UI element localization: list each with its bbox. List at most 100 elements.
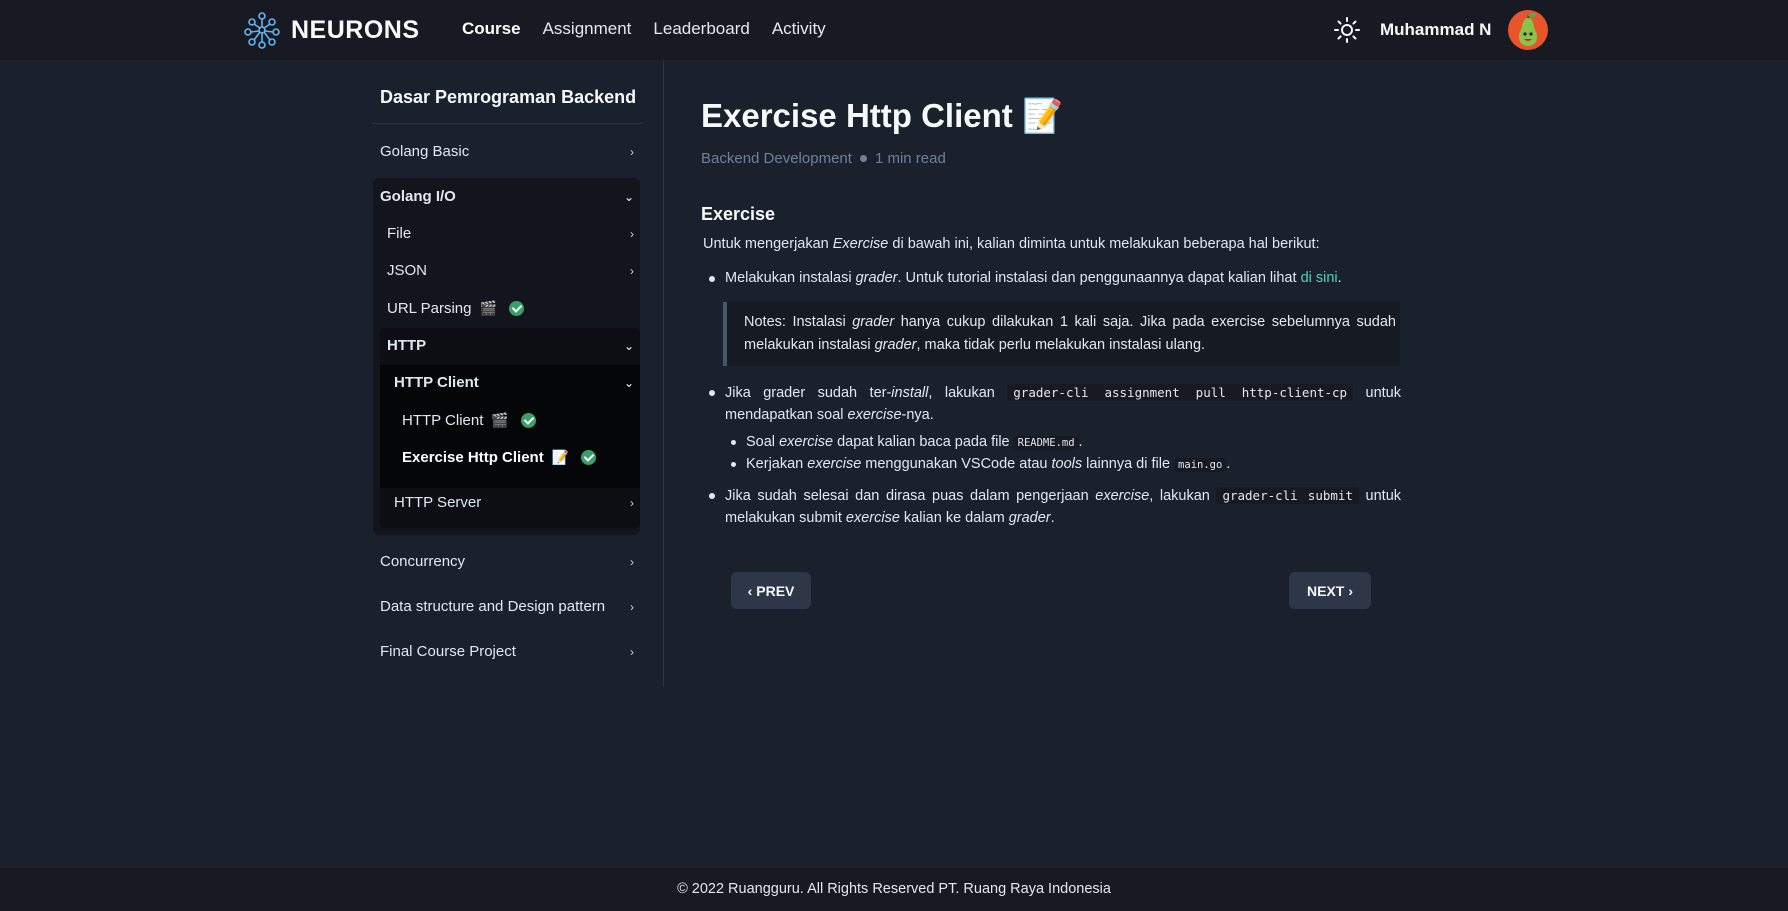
next-button[interactable]: NEXT › [1289, 572, 1371, 609]
text-italic: grader [1008, 510, 1051, 526]
text: , maka tidak perlu melakukan instalasi u… [916, 337, 1206, 353]
nav-activity[interactable]: Activity [772, 19, 826, 39]
nav-leaderboard[interactable]: Leaderboard [653, 19, 749, 39]
text: Melakukan instalasi [725, 270, 856, 286]
tutorial-link[interactable]: di sini [1301, 270, 1338, 286]
footer: © 2022 Ruangguru. All Rights Reserved PT… [0, 868, 1788, 911]
section-heading: Exercise [701, 204, 776, 224]
sidebar-item-http-client-group[interactable]: HTTP Client ⌄ [394, 374, 634, 391]
text-italic: exercise [779, 434, 834, 450]
course-sidebar: Dasar Pemrograman Backend Golang Basic ›… [372, 60, 642, 686]
course-title: Dasar Pemrograman Backend [380, 87, 637, 107]
list-item-cont: melakukan submit exercise kalian ke dala… [725, 507, 1401, 530]
text-italic: exercise [845, 510, 900, 526]
text: . [1226, 456, 1231, 472]
chevron-right-icon: › [630, 644, 634, 659]
sidebar-item-concurrency[interactable]: Concurrency › [380, 553, 634, 570]
text-italic: grader [852, 314, 895, 330]
chevron-right-icon: › [630, 144, 634, 159]
sidebar-item-label: HTTP [387, 337, 427, 354]
bullet [731, 462, 736, 467]
text-italic: tools [1051, 456, 1083, 472]
sidebar-item-file[interactable]: File › [387, 225, 634, 242]
text: Jika grader sudah ter- [725, 385, 892, 401]
text: untuk [1358, 488, 1402, 504]
text: mendapatkan soal [725, 407, 848, 423]
sidebar-item-label: JSON [387, 262, 428, 279]
sidebar-item-label: HTTP Client [402, 412, 484, 429]
sidebar-item-json[interactable]: JSON › [387, 262, 634, 279]
sidebar-item-http-server[interactable]: HTTP Server › [394, 494, 634, 511]
sidebar-item-url-parsing[interactable]: URL Parsing 🎬 [387, 300, 634, 317]
memo-icon: 📝 [1021, 97, 1064, 134]
clapper-board-icon: 🎬 [491, 412, 509, 428]
text-italic: grader [874, 337, 917, 353]
copyright-text: © 2022 Ruangguru. All Rights Reserved PT… [677, 881, 1111, 897]
sidebar-item-golang-basic[interactable]: Golang Basic › [380, 143, 634, 160]
text: . [1050, 510, 1055, 526]
text-italic: exercise [807, 456, 862, 472]
chevron-right-icon: › [630, 263, 634, 278]
article-category: Backend Development [701, 150, 852, 167]
list-item: Jika grader sudah ter-install, lakukan g… [725, 381, 1401, 405]
brand-logo[interactable]: NEURONS [243, 10, 420, 50]
sidebar-item-label: HTTP Server [394, 494, 482, 511]
sidebar-item-exercise-http-client[interactable]: Exercise Http Client 📝 [402, 449, 634, 466]
completed-check-icon [508, 301, 524, 316]
sidebar-item-http-client[interactable]: HTTP Client 🎬 [402, 412, 634, 429]
username[interactable]: Muhammad N [1380, 20, 1491, 40]
sidebar-item-golang-io[interactable]: Golang I/O ⌄ [380, 188, 634, 205]
pear-avatar-icon [1518, 13, 1538, 46]
chevron-left-icon: ‹ [747, 582, 753, 599]
sidebar-item-label: Data structure and Design pattern [380, 598, 606, 615]
sun-icon[interactable] [1334, 17, 1360, 43]
nav-course[interactable]: Course [462, 19, 521, 39]
sidebar-item-label: Exercise Http Client [402, 449, 544, 466]
text-italic: exercise [1095, 488, 1150, 504]
neuron-network-icon [244, 12, 280, 49]
sidebar-item-final-project[interactable]: Final Course Project › [380, 643, 634, 660]
bullet [731, 440, 736, 445]
text: . Untuk tutorial instalasi dan penggunaa… [897, 270, 1301, 286]
text: kalian ke dalam [899, 510, 1009, 526]
read-time: 1 min read [874, 150, 946, 167]
code-snippet: README.md [1013, 436, 1079, 450]
main-nav: Course Assignment Leaderboard Activity [462, 19, 848, 39]
text: dapat kalian baca pada file [833, 434, 1014, 450]
next-label: NEXT [1306, 582, 1345, 599]
page-title: Exercise Http Client 📝 [701, 97, 1063, 136]
text: Untuk mengerjakan [703, 236, 833, 252]
text: lainnya di file [1082, 456, 1175, 472]
text-italic: Exercise [832, 236, 889, 252]
sidebar-item-label: Golang Basic [380, 143, 470, 160]
prev-label: PREV [756, 582, 795, 599]
divider [372, 123, 642, 124]
sidebar-divider [663, 60, 664, 686]
sidebar-item-http[interactable]: HTTP ⌄ [387, 337, 634, 354]
text: , lakukan [928, 385, 1008, 401]
chevron-down-icon: ⌄ [623, 338, 634, 353]
intro-paragraph: Untuk mengerjakan Exercise di bawah ini,… [703, 233, 1403, 256]
chevron-right-icon: › [630, 554, 634, 569]
text: melakukan submit [725, 510, 846, 526]
sidebar-item-label: URL Parsing [387, 300, 472, 317]
text: . [1078, 434, 1083, 450]
memo-icon: 📝 [551, 449, 570, 465]
list-item: Melakukan instalasi grader. Untuk tutori… [725, 267, 1401, 290]
clapper-board-icon: 🎬 [479, 300, 497, 316]
text: -nya. [901, 407, 934, 423]
sidebar-item-label: Golang I/O [380, 188, 456, 205]
prev-button[interactable]: ‹ PREV [731, 572, 811, 609]
sidebar-item-data-structure[interactable]: Data structure and Design pattern › [380, 598, 634, 615]
list-item: Jika sudah selesai dan dirasa puas dalam… [725, 484, 1401, 508]
nav-assignment[interactable]: Assignment [543, 19, 632, 39]
brand-name: NEURONS [291, 15, 420, 44]
sidebar-item-label: File [387, 225, 412, 242]
chevron-right-icon: › [630, 599, 634, 614]
sidebar-item-label: Concurrency [380, 553, 466, 570]
text-italic: install [891, 385, 929, 401]
completed-check-icon [581, 450, 597, 465]
chevron-right-icon: › [630, 226, 634, 241]
avatar[interactable] [1508, 10, 1548, 50]
completed-check-icon [520, 413, 536, 428]
